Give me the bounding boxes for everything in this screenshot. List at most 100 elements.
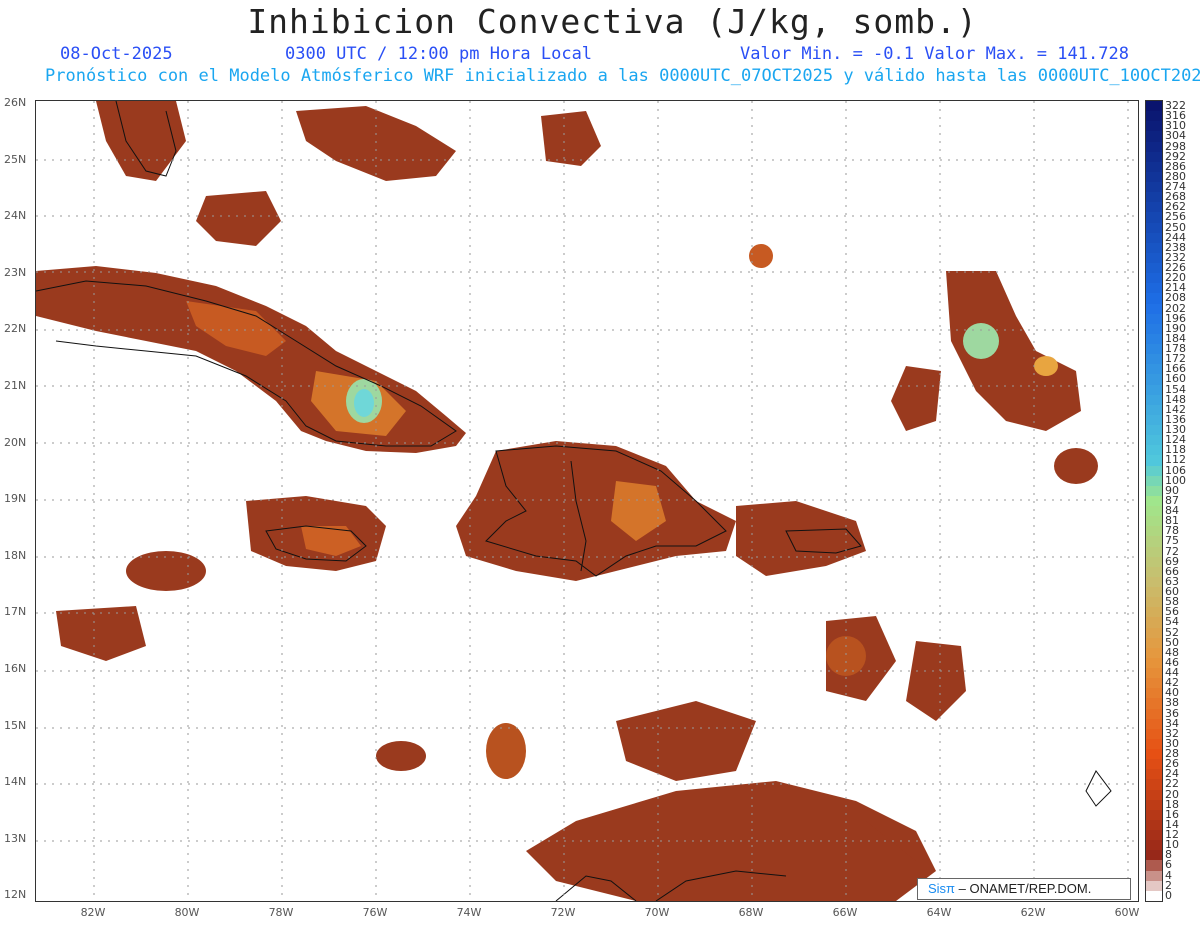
colorbar-segment xyxy=(1146,728,1162,739)
blob-1 xyxy=(486,723,526,779)
colorbar-segment xyxy=(1146,171,1162,182)
lat-label: 23N xyxy=(4,265,27,279)
puertorico-field xyxy=(736,501,866,576)
colorbar-segment xyxy=(1146,293,1162,304)
colorbar-segment xyxy=(1146,769,1162,780)
map-panel xyxy=(35,100,1139,902)
lat-label: 21N xyxy=(4,379,27,392)
colorbar-segment xyxy=(1146,637,1162,648)
colorbar-segment xyxy=(1146,485,1162,496)
colorbar-segment xyxy=(1146,556,1162,567)
blob-6 xyxy=(749,244,773,268)
colorbar-segment xyxy=(1146,870,1162,881)
colorbar-segment xyxy=(1146,576,1162,587)
leewards-high-2 xyxy=(1034,356,1058,376)
colorbar-segment xyxy=(1146,394,1162,405)
colorbar-segment xyxy=(1146,111,1162,122)
lon-label: 80W xyxy=(174,906,200,919)
lon-label: 76W xyxy=(362,906,388,919)
caicos-field xyxy=(541,111,601,166)
colorbar-segment xyxy=(1146,647,1162,658)
colorbar-segment xyxy=(1146,151,1162,162)
mid-field-2 xyxy=(906,641,966,721)
credit-text: – ONAMET/REP.DOM. xyxy=(958,881,1092,896)
colorbar-segment xyxy=(1146,455,1162,466)
colorbar-segment xyxy=(1146,344,1162,355)
colorbar-segment xyxy=(1146,445,1162,456)
colorbar-segment xyxy=(1146,718,1162,729)
colorbar-segment xyxy=(1146,121,1162,132)
colorbar-segment xyxy=(1146,323,1162,334)
colorbar-segment xyxy=(1146,759,1162,770)
colorbar-segment xyxy=(1146,364,1162,375)
trinidad-coast xyxy=(1085,770,1112,807)
lat-label: 13N xyxy=(4,831,27,845)
colorbar-segment xyxy=(1146,273,1162,284)
florida-field xyxy=(96,101,186,181)
colorbar-segment xyxy=(1146,182,1162,193)
colorbar-segment xyxy=(1146,627,1162,638)
colorbar-segment xyxy=(1146,809,1162,820)
lon-label: 74W xyxy=(456,906,482,919)
lat-label: 22N xyxy=(4,322,27,336)
lon-label: 68W xyxy=(738,906,764,919)
colorbar-segment xyxy=(1146,850,1162,861)
lat-label: 14N xyxy=(4,775,27,789)
colorbar-segment xyxy=(1146,313,1162,324)
hispaniola-field xyxy=(456,441,736,581)
colorbar-segment xyxy=(1146,536,1162,547)
lon-label: 82W xyxy=(80,906,106,919)
colorbar-segment xyxy=(1146,668,1162,679)
blob-5 xyxy=(1054,448,1098,484)
colorbar-segment xyxy=(1146,799,1162,810)
lon-label: 60W xyxy=(1114,906,1140,919)
colorbar-segment xyxy=(1146,101,1162,112)
colorbar-segment xyxy=(1146,607,1162,618)
forecast-note: Pronóstico con el Modelo Atmósferico WRF… xyxy=(45,66,1200,86)
colorbar-segment xyxy=(1146,303,1162,314)
colorbar-segment xyxy=(1146,222,1162,233)
lon-label: 70W xyxy=(644,906,670,919)
colorbar-segment xyxy=(1146,566,1162,577)
cin-peak-core xyxy=(354,389,374,417)
colorbar-segment xyxy=(1146,789,1162,800)
colorbar-segment xyxy=(1146,546,1162,557)
lat-label: 16N xyxy=(4,662,27,675)
valid-date: 08-Oct-2025 xyxy=(60,44,173,64)
lat-label: 15N xyxy=(4,718,27,732)
colorbar-segment xyxy=(1146,141,1162,152)
colorbar-segment xyxy=(1146,425,1162,436)
colorbar-segment xyxy=(1146,779,1162,790)
valid-time: 0300 UTC / 12:00 pm Hora Local xyxy=(285,44,593,64)
lat-label: 25N xyxy=(4,152,27,166)
colorbar-segment xyxy=(1146,283,1162,294)
colorbar-segment xyxy=(1146,657,1162,668)
colorbar-segment xyxy=(1146,819,1162,830)
colorbar-segment xyxy=(1146,475,1162,486)
colorbar-segment xyxy=(1146,830,1162,841)
colorbar-segment xyxy=(1146,202,1162,213)
colorbar-label: 0 xyxy=(1165,888,1172,902)
colorbar-segment xyxy=(1146,749,1162,760)
map-canvas xyxy=(36,101,1138,901)
lat-label: 26N xyxy=(4,96,27,109)
colorbar xyxy=(1145,100,1163,902)
lon-label: 78W xyxy=(268,906,294,919)
colorbar-segment xyxy=(1146,738,1162,749)
colorbar-segment xyxy=(1146,384,1162,395)
colorbar-segment xyxy=(1146,597,1162,608)
colorbar-segment xyxy=(1146,354,1162,365)
leewards-high xyxy=(963,323,999,359)
blob-3 xyxy=(376,741,426,771)
colorbar-segment xyxy=(1146,617,1162,628)
colorbar-segment xyxy=(1146,880,1162,891)
colorbar-segment xyxy=(1146,506,1162,517)
colorbar-segment xyxy=(1146,526,1162,537)
lon-label: 64W xyxy=(926,906,952,919)
colorbar-segment xyxy=(1146,708,1162,719)
colorbar-segment xyxy=(1146,161,1162,172)
min-max-values: Valor Min. = -0.1 Valor Max. = 141.728 xyxy=(740,44,1129,64)
south-field-2 xyxy=(616,701,756,781)
colorbar-segment xyxy=(1146,840,1162,851)
lat-label: 12N xyxy=(4,888,27,902)
